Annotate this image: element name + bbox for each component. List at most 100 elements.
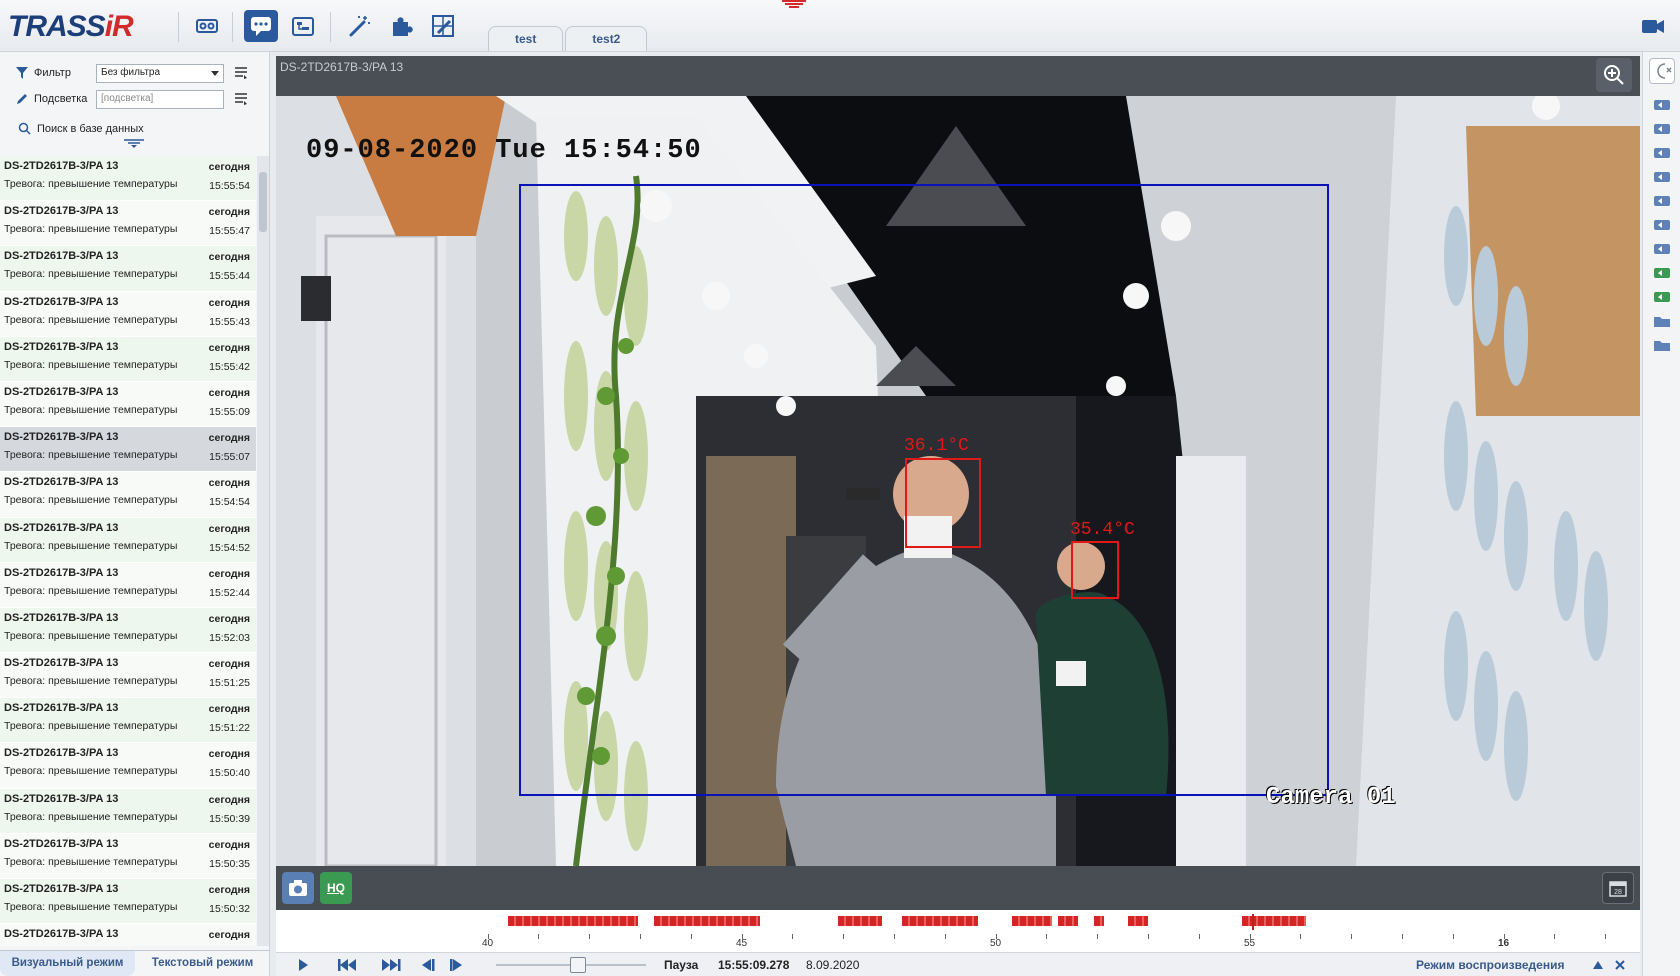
event-list-item[interactable]: DS-2TD2617B-3/PA 13 Тревога: превышение т… [0, 472, 256, 518]
skip-forward-icon[interactable] [380, 957, 402, 973]
camera-icon[interactable] [1653, 170, 1671, 184]
timeline-tick [691, 934, 692, 939]
camera-active-icon[interactable] [1653, 266, 1671, 280]
skip-back-icon[interactable] [336, 957, 358, 973]
scrollbar-thumb[interactable] [259, 172, 267, 232]
archive-tape-button[interactable] [190, 10, 224, 42]
highlight-input[interactable]: [подсветка] [96, 89, 224, 109]
settings-layout-button[interactable] [426, 10, 460, 42]
event-list-item[interactable]: DS-2TD2617B-3/PA 13 Тревога: превышение т… [0, 788, 256, 834]
alarm-segment[interactable] [1058, 916, 1078, 926]
tape-icon [196, 19, 218, 33]
playback-mode-label[interactable]: Режим воспроизведения [1416, 958, 1564, 972]
filter-select[interactable]: Без фильтра [96, 63, 224, 83]
alarm-segment[interactable] [654, 916, 760, 926]
filter-label: Фильтр [34, 67, 71, 79]
face-box [905, 458, 981, 548]
alarm-segment[interactable] [838, 916, 882, 926]
event-list-item[interactable]: DS-2TD2617B-3/PA 13 Тревога: превышение т… [0, 833, 256, 879]
camera-icon[interactable] [1653, 146, 1671, 160]
alarm-segment[interactable] [1012, 916, 1052, 926]
step-forward-icon[interactable] [448, 957, 466, 973]
camera-icon[interactable] [1653, 242, 1671, 256]
alarm-segment[interactable] [1094, 916, 1104, 926]
event-list-item[interactable]: DS-2TD2617B-3/PA 13 Тревога: превышение т… [0, 743, 256, 789]
highlight-options-icon[interactable] [234, 92, 248, 106]
search-database-link[interactable]: Поиск в базе данных [18, 122, 144, 135]
event-list-item[interactable]: DS-2TD2617B-3/PA 13 Тревога: превышение т… [0, 156, 256, 202]
event-time: 15:55:44 [209, 270, 250, 283]
event-list-item[interactable]: DS-2TD2617B-3/PA 13 Тревога: превышение т… [0, 653, 256, 699]
event-list-item[interactable]: DS-2TD2617B-3/PA 13 Тревога: превышение т… [0, 381, 256, 428]
zoom-button[interactable] [1596, 58, 1632, 92]
toolbar-separator [330, 12, 331, 42]
chat-events-button[interactable] [244, 10, 278, 42]
timeline[interactable]: 40 45 50 55 16 [276, 910, 1640, 952]
plugins-button[interactable] [384, 10, 418, 42]
event-list-item[interactable]: DS-2TD2617B-3/PA 13 Тревога: превышение т… [0, 291, 256, 337]
step-back-icon[interactable] [418, 957, 436, 973]
camera-icon[interactable] [1653, 194, 1671, 208]
tab-visual-mode[interactable]: Визуальный режим [0, 950, 135, 976]
camera-icon[interactable] [1653, 122, 1671, 136]
event-list-item[interactable]: DS-2TD2617B-3/PA 13 Тревога: превышение т… [0, 698, 256, 744]
camera-icon[interactable] [1653, 98, 1671, 112]
alarm-segment[interactable] [1128, 916, 1148, 926]
osd-camera-name: Camera 01 [1266, 784, 1396, 811]
tab-text-mode[interactable]: Текстовый режим [135, 950, 270, 976]
event-list-scrollbar[interactable] [257, 156, 269, 946]
speed-slider-knob[interactable] [570, 957, 586, 973]
video-camera-button[interactable] [1636, 10, 1670, 42]
alarm-segment[interactable] [508, 916, 638, 926]
folder-icon[interactable] [1653, 314, 1671, 328]
timeline-cursor[interactable] [1252, 914, 1254, 930]
timeline-label: 16 [1498, 938, 1510, 949]
drop-down-marker-icon[interactable] [780, 0, 808, 10]
camera-icon[interactable] [1653, 218, 1671, 232]
trassir-logo: TRASSiR [8, 10, 134, 43]
calendar-button[interactable]: 28 [1602, 872, 1634, 904]
video-frame[interactable]: 09-08-2020 Tue 15:54:50 36.1°C 35.4°C Ca… [276, 96, 1640, 866]
video-camera-title: DS-2TD2617B-3/PA 13 [280, 60, 404, 74]
event-list-item[interactable]: DS-2TD2617B-3/PA 13 Тревога: превышение т… [0, 517, 256, 563]
event-list-item[interactable]: DS-2TD2617B-3/PA 13 сегодня [0, 924, 256, 946]
event-list-item[interactable]: DS-2TD2617B-3/PA 13 Тревога: превышение т… [0, 336, 256, 382]
hq-toggle[interactable]: HQ [320, 872, 352, 904]
video-header: DS-2TD2617B-3/PA 13 [276, 56, 1640, 96]
alarm-segment[interactable] [902, 916, 978, 926]
event-list-item[interactable]: DS-2TD2617B-3/PA 13 Тревога: превышение т… [0, 427, 256, 473]
event-list-item[interactable]: DS-2TD2617B-3/PA 13 Тревога: превышение т… [0, 607, 256, 654]
event-list-item[interactable]: DS-2TD2617B-3/PA 13 Тревога: превышение т… [0, 879, 256, 925]
collapse-icon [1657, 63, 1672, 79]
event-list-item[interactable]: DS-2TD2617B-3/PA 13 Тревога: превышение т… [0, 562, 256, 608]
event-list-item[interactable]: DS-2TD2617B-3/PA 13 Тревога: превышение т… [0, 246, 256, 292]
collapse-handle-icon[interactable] [122, 138, 146, 148]
video-camera-icon [1642, 20, 1664, 33]
osd-datetime: 09-08-2020 Tue 15:54:50 [306, 136, 702, 166]
snapshot-button[interactable] [282, 872, 314, 904]
play-icon[interactable] [294, 957, 312, 973]
zoom-in-icon [1604, 65, 1624, 85]
event-day: сегодня [208, 612, 250, 625]
close-icon[interactable] [1614, 957, 1626, 973]
timeline-tick [1554, 934, 1555, 939]
expand-up-icon[interactable] [1592, 957, 1604, 973]
face-temperature-label: 36.1°C [904, 436, 969, 456]
event-time: 15:54:54 [209, 496, 250, 509]
event-list-item[interactable]: DS-2TD2617B-3/PA 13 Тревога: превышение т… [0, 201, 256, 247]
event-day: сегодня [208, 296, 250, 309]
filter-options-icon[interactable] [234, 66, 248, 80]
timeline-tick [945, 934, 946, 939]
object-tree-button[interactable] [286, 10, 320, 42]
camera-active-icon[interactable] [1653, 290, 1671, 304]
tab-test[interactable]: test [488, 26, 564, 51]
collapse-panel-button[interactable] [1649, 58, 1675, 84]
folder-icon[interactable] [1653, 338, 1671, 352]
event-day: сегодня [208, 161, 250, 173]
event-list[interactable]: DS-2TD2617B-3/PA 13 Тревога: превышение т… [0, 156, 256, 946]
tree-icon [292, 17, 314, 36]
timeline-tick [589, 934, 590, 939]
magic-wand-button[interactable] [342, 10, 376, 42]
timeline-label: 45 [736, 938, 748, 949]
tab-test2[interactable]: test2 [565, 26, 648, 51]
